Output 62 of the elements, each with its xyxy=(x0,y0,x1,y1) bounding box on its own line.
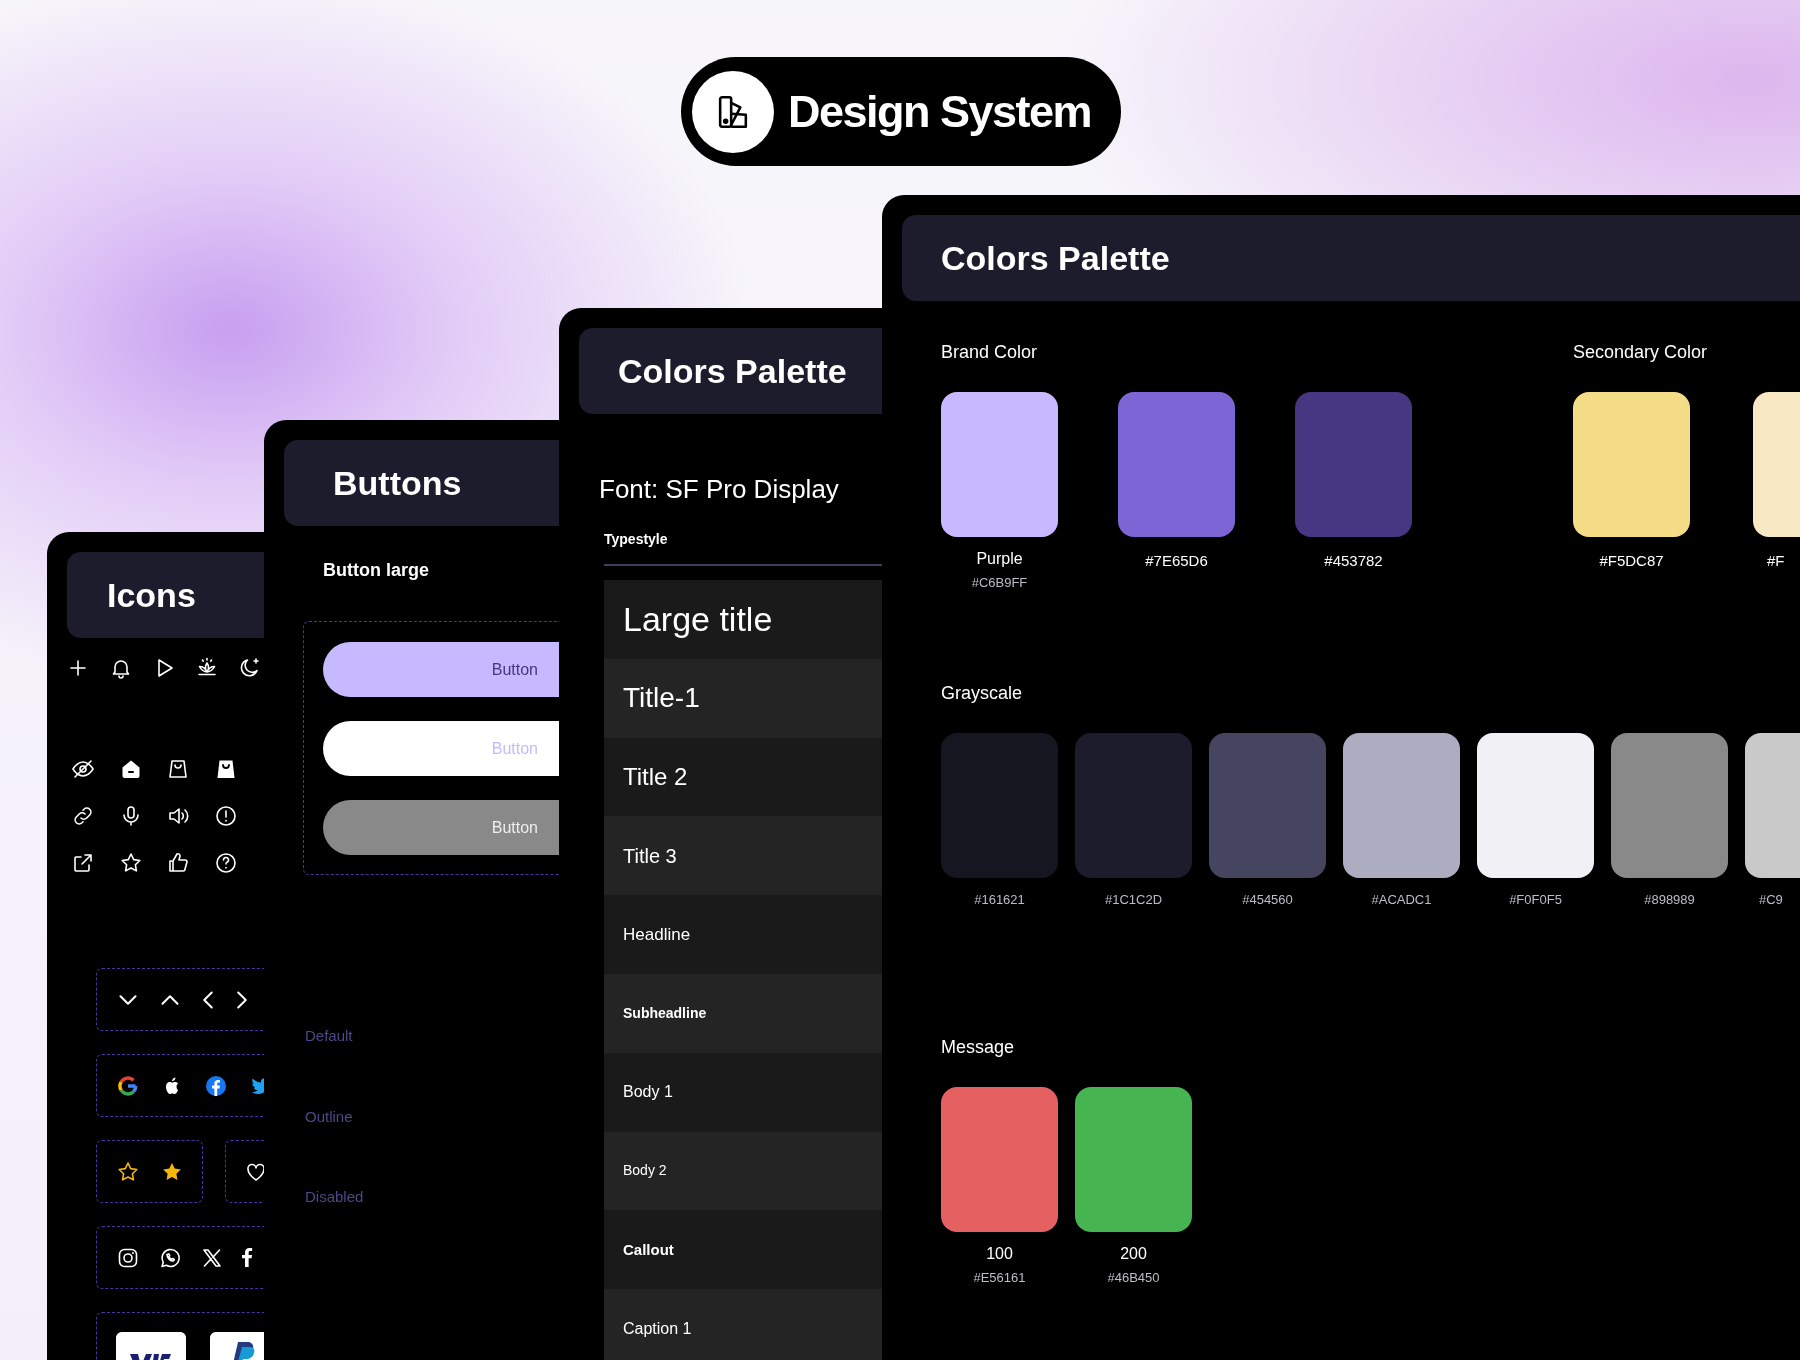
hex-code: #454560 xyxy=(1242,890,1293,909)
star-icon xyxy=(116,1159,140,1184)
chevron-left-icon xyxy=(203,990,213,1009)
thumbs-up-icon xyxy=(166,851,190,875)
state-label: Default xyxy=(305,1026,353,1046)
section-label: Grayscale xyxy=(941,681,1023,705)
section-label: Message xyxy=(941,1036,1015,1059)
type-style-row: Callout xyxy=(604,1210,882,1290)
hex-code: #E56161 xyxy=(973,1269,1026,1287)
eye-off-icon xyxy=(71,757,95,781)
section-label: Button large xyxy=(323,559,429,582)
bag-icon xyxy=(166,757,190,781)
external-link-icon xyxy=(71,851,95,875)
button[interactable]: Button xyxy=(323,800,559,855)
star-icon xyxy=(118,851,143,875)
swatch-name: 100 xyxy=(986,1244,1013,1264)
page-title: Design System xyxy=(788,84,1092,139)
column-heading: Typestyle xyxy=(604,530,668,549)
panel-title: Buttons xyxy=(332,462,462,504)
hex-code: #1C1C2D xyxy=(1104,890,1163,909)
hex-code: #F xyxy=(1766,551,1785,571)
state-label: Disabled xyxy=(305,1187,364,1207)
hex-code: #898989 xyxy=(1644,890,1695,909)
button[interactable]: Button xyxy=(323,642,559,697)
chevron-right-icon xyxy=(237,990,247,1009)
type-style-row: Body 1 xyxy=(604,1052,882,1132)
panel-title: Colors Palette xyxy=(617,350,847,392)
hex-code: #F0F0F5 xyxy=(1509,890,1562,909)
hex-code: #453782 xyxy=(1324,551,1383,571)
type-style-row: Caption 1 xyxy=(604,1289,882,1360)
help-icon xyxy=(213,851,238,875)
type-style-row: Headline xyxy=(604,895,882,974)
hex-code: #46B450 xyxy=(1107,1269,1160,1287)
swatch-name: 200 xyxy=(1120,1244,1147,1264)
panel-title: Colors Palette xyxy=(940,237,1170,279)
section-label: Brand Color xyxy=(941,341,1038,364)
hex-code: #161621 xyxy=(974,890,1025,909)
type-style-row: Title 3 xyxy=(604,816,882,896)
state-label: Outline xyxy=(305,1106,353,1127)
type-style-row: Title-1 xyxy=(604,658,882,738)
hex-code: #7E65D6 xyxy=(1145,551,1208,571)
chevron-down-icon xyxy=(119,994,137,1005)
facebook-icon xyxy=(242,1248,253,1267)
hex-code: #F5DC87 xyxy=(1599,551,1664,571)
button[interactable]: Button xyxy=(323,721,559,776)
chevron-up-icon xyxy=(161,994,179,1005)
swatch-name: Purple xyxy=(976,549,1023,569)
facebook-icon xyxy=(204,1073,228,1098)
panel-title: Icons xyxy=(106,574,196,616)
hex-code: #C9 xyxy=(1758,890,1783,909)
section-label: Secondary Color xyxy=(1573,341,1708,364)
google-icon xyxy=(116,1073,140,1098)
hex-code: #C6B9FF xyxy=(971,574,1028,592)
type-style-row: Title 2 xyxy=(604,737,882,817)
type-style-row: Subheadline xyxy=(604,974,882,1053)
type-style-row: Large title xyxy=(604,580,882,659)
hex-code: #ACADC1 xyxy=(1371,890,1432,909)
moon-icon xyxy=(238,656,262,680)
link-icon xyxy=(71,804,95,828)
font-name: Font: SF Pro Display xyxy=(599,473,839,506)
type-style-row: Body 2 xyxy=(604,1131,882,1211)
alert-icon xyxy=(213,804,238,828)
